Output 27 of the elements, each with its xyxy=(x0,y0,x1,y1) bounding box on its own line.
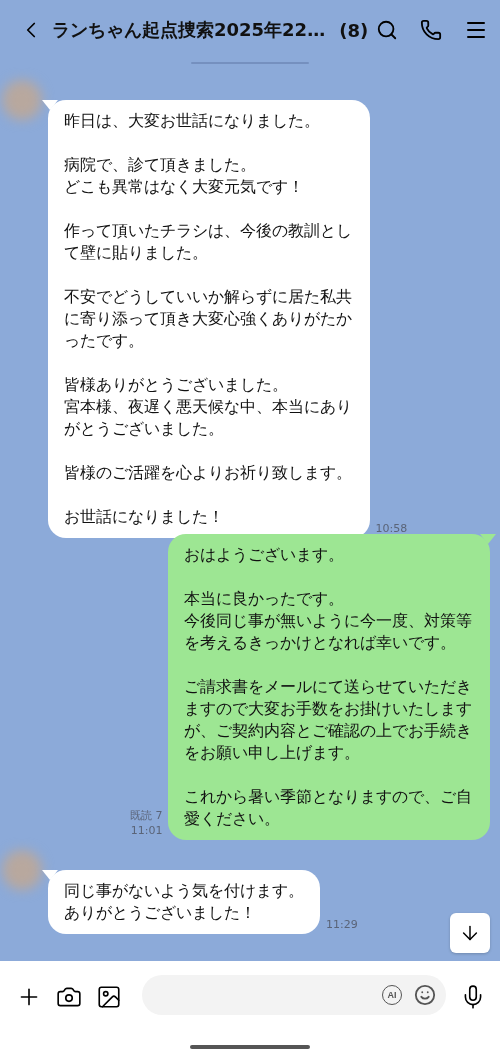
message-text: どこも異常はなく大変元気です！ xyxy=(64,176,305,198)
message-text: 皆様ありがとうございました。 xyxy=(64,374,289,396)
message-text: 同じ事がないよう気を付けます。 xyxy=(64,880,304,902)
message-text: ありがとうございました！ xyxy=(64,902,257,924)
message-text: 本当に良かったです。 xyxy=(184,588,346,610)
message-text: 皆様のご活躍を心よりお祈り致します。 xyxy=(64,462,353,484)
phone-icon[interactable] xyxy=(420,19,443,41)
message-time: 11:01 xyxy=(130,823,163,838)
message-text: おはようございます。 xyxy=(184,544,346,566)
message-time: 10:58 xyxy=(375,521,408,536)
message-text: 不安でどうしていいか解らずに居た私共に寄り添って頂き大変心強くありがたかったです。 xyxy=(64,286,353,352)
message-text: 今後同じ事が無いように今一度、対策等を考えるきっかけとなれば幸いです。 xyxy=(184,610,474,654)
message-time: 11:29 xyxy=(326,917,358,932)
emoji-icon[interactable] xyxy=(414,984,436,1006)
message-text: 作って頂いたチラシは、今後の教訓として壁に貼りました。 xyxy=(64,220,353,264)
member-count: (8) xyxy=(339,19,369,41)
message-text: 病院で、診て頂きました。 xyxy=(64,154,257,176)
message-text: お世話になりました！ xyxy=(64,506,225,528)
message-text: これから暑い季節となりますので、ご自愛ください。 xyxy=(184,786,474,830)
message-text: 宮本様、夜遅く悪天候な中、本当にありがとうございました。 xyxy=(64,396,353,440)
message-text: 昨日は、大変お世話になりました。 xyxy=(64,110,321,132)
chat-title: ランちゃん起点捜索2025年22… xyxy=(52,18,326,42)
scroll-down-button[interactable] xyxy=(450,913,490,953)
search-icon[interactable] xyxy=(376,19,399,41)
read-receipt: 既読 7 xyxy=(129,808,163,823)
message-text: ご請求書をメールにて送らせていただきますので大変お手数をお掛けいたしますが、ご契約内容とご確認の上でお手続きをお願い申し上げます。 xyxy=(184,676,474,764)
message-input-field[interactable]: AI xyxy=(142,975,446,1015)
